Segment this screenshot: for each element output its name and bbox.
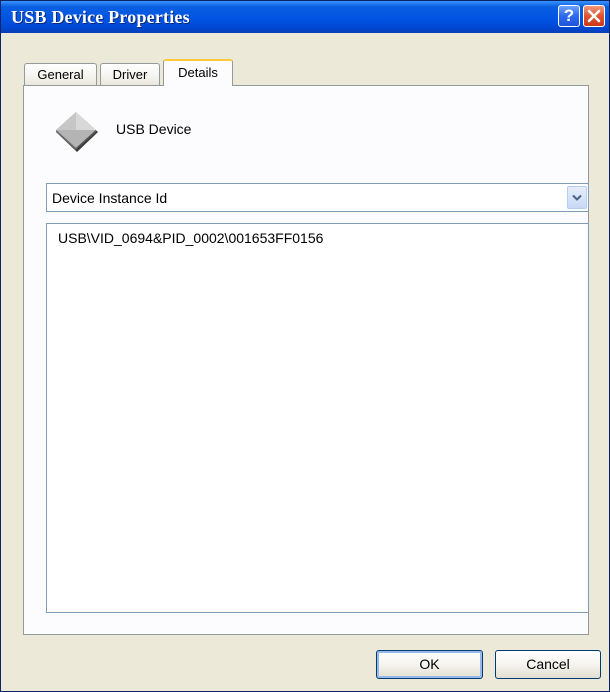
list-item[interactable]: USB\VID_0694&PID_0002\001653FF0156	[58, 230, 323, 246]
title-bar[interactable]: USB Device Properties ?	[1, 1, 609, 33]
ok-button[interactable]: OK	[376, 650, 483, 679]
tab-driver[interactable]: Driver	[100, 63, 160, 85]
help-button[interactable]: ?	[558, 5, 580, 27]
window-title: USB Device Properties	[11, 7, 190, 27]
properties-dialog: USB Device Properties ? General Driver D…	[0, 0, 610, 692]
tab-general[interactable]: General	[24, 63, 97, 85]
property-select-value: Device Instance Id	[52, 190, 168, 206]
close-x-icon	[587, 9, 601, 23]
cancel-button[interactable]: Cancel	[495, 650, 601, 679]
generic-device-diamond-icon	[56, 112, 98, 152]
close-button[interactable]	[583, 5, 605, 27]
property-select[interactable]: Device Instance Id	[46, 183, 589, 212]
property-value-list[interactable]: USB\VID_0694&PID_0002\001653FF0156	[46, 223, 589, 613]
device-name: USB Device	[116, 121, 192, 137]
dialog-client-area: General Driver Details USB Device Device…	[9, 33, 601, 683]
chevron-down-icon	[572, 194, 582, 201]
help-question-icon: ?	[563, 6, 575, 25]
tab-details[interactable]: Details	[163, 59, 233, 86]
details-tab-panel: USB Device Device Instance Id USB\VID_06…	[23, 85, 589, 635]
dropdown-arrow-button[interactable]	[567, 186, 587, 209]
